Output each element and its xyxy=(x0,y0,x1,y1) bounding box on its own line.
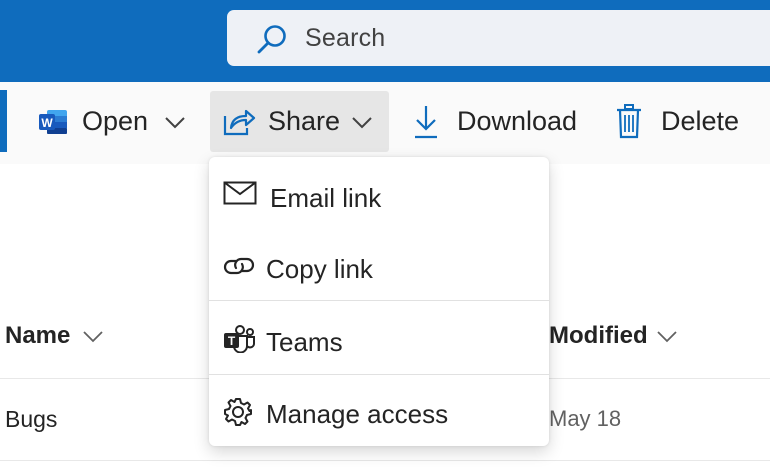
selection-accent xyxy=(0,90,7,152)
menu-separator xyxy=(209,300,549,301)
menu-item-teams[interactable]: T Teams xyxy=(209,307,549,375)
table-row-modified: May 18 xyxy=(549,406,622,431)
table-row-name[interactable]: Bugs xyxy=(5,406,57,433)
link-icon xyxy=(223,257,255,275)
svg-text:T: T xyxy=(228,334,236,348)
menu-item-label: Copy link xyxy=(266,254,373,284)
share-label: Share xyxy=(268,106,341,136)
download-label: Download xyxy=(457,106,578,136)
share-icon xyxy=(223,109,256,136)
search-placeholder: Search xyxy=(305,24,386,52)
menu-item-email-link[interactable]: Email link xyxy=(209,163,549,231)
chevron-down-icon xyxy=(352,117,372,129)
delete-button[interactable]: Delete xyxy=(610,92,760,152)
chevron-down-icon[interactable] xyxy=(82,330,104,344)
download-icon xyxy=(415,106,437,139)
menu-item-copy-link[interactable]: Copy link xyxy=(209,234,549,302)
word-icon: W xyxy=(39,110,67,134)
search-icon xyxy=(257,25,286,54)
menu-item-label: Teams xyxy=(266,327,343,357)
app-window: Search W Open Share Download Delete Name… xyxy=(0,0,770,470)
chevron-down-icon xyxy=(165,117,185,129)
share-menu: Email link Copy link T Teams Manage acce… xyxy=(209,157,549,446)
download-button[interactable]: Download xyxy=(405,92,595,152)
teams-icon: T xyxy=(224,325,255,353)
chevron-down-icon[interactable] xyxy=(656,330,678,344)
menu-item-label: Email link xyxy=(270,183,382,213)
open-button[interactable]: W Open xyxy=(30,92,200,152)
trash-icon xyxy=(617,104,641,139)
menu-item-manage-access[interactable]: Manage access xyxy=(209,379,549,447)
svg-text:W: W xyxy=(41,116,53,130)
column-header-modified[interactable]: Modified xyxy=(549,322,648,350)
menu-item-label: Manage access xyxy=(266,399,449,429)
column-header-name[interactable]: Name xyxy=(5,322,70,350)
open-label: Open xyxy=(82,106,149,136)
menu-separator xyxy=(209,374,549,375)
search-box[interactable]: Search xyxy=(227,10,770,66)
share-button[interactable]: Share xyxy=(210,92,389,152)
delete-label: Delete xyxy=(661,106,740,136)
mail-icon xyxy=(223,181,257,205)
row-divider xyxy=(0,460,770,461)
gear-icon xyxy=(224,398,252,426)
